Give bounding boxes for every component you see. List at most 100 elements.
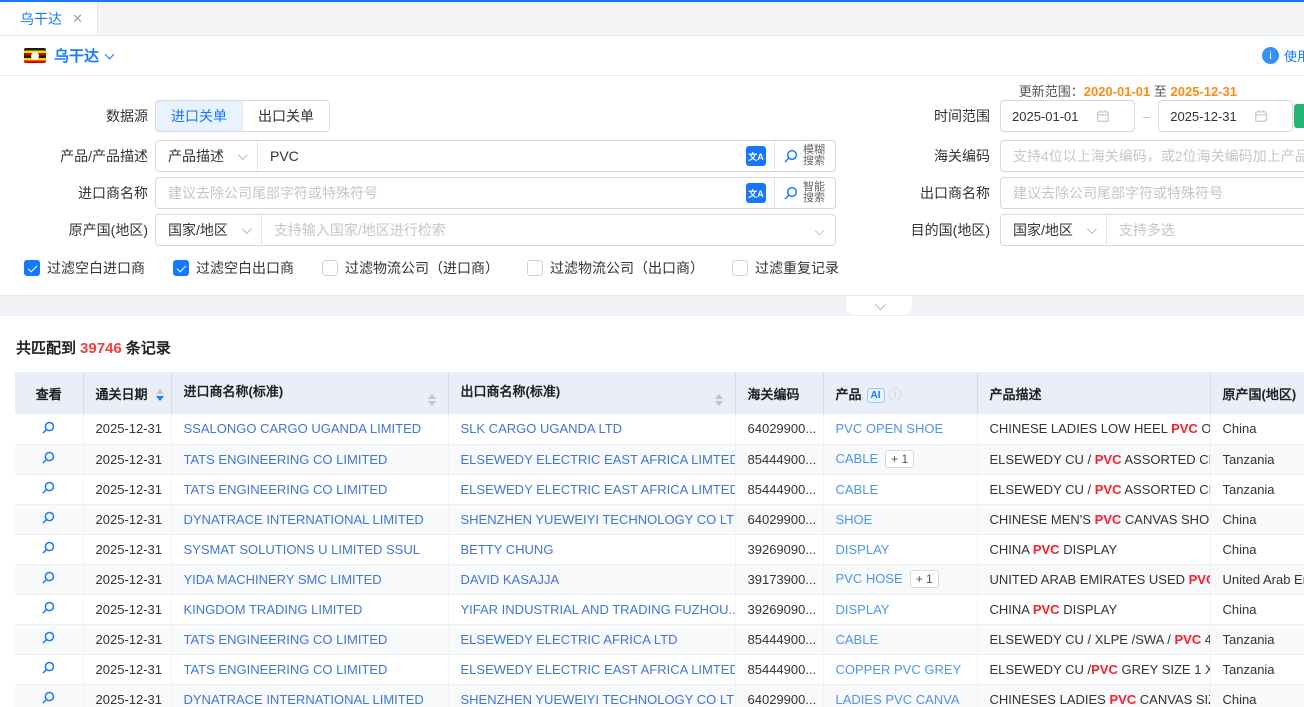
- product-link[interactable]: DISPLAY: [836, 542, 890, 557]
- tab-export-declarations[interactable]: 出口关单: [242, 101, 329, 131]
- product-link[interactable]: CABLE: [836, 451, 879, 466]
- checkbox-filter-blank-importer[interactable]: 过滤空白进口商: [24, 258, 145, 278]
- clearance-date: 2025-12-31: [83, 414, 171, 444]
- table-row: 2025-12-31 SYSMAT SOLUTIONS U LIMITED SS…: [15, 534, 1304, 564]
- product-link[interactable]: CABLE: [836, 632, 879, 647]
- importer-link[interactable]: SYSMAT SOLUTIONS U LIMITED SSUL: [184, 542, 420, 557]
- checkbox-filter-blank-exporter[interactable]: 过滤空白出口商: [173, 258, 294, 278]
- checkbox-icon[interactable]: [322, 260, 338, 276]
- product-link[interactable]: COPPER PVC GREY: [836, 662, 962, 677]
- product-link[interactable]: PVC HOSE: [836, 571, 903, 586]
- importer-link[interactable]: YIDA MACHINERY SMC LIMITED: [184, 572, 382, 587]
- product-link[interactable]: LADIES PVC CANVA: [836, 692, 960, 707]
- tab-import-declarations[interactable]: 进口关单: [156, 101, 242, 131]
- exporter-link[interactable]: SHENZHEN YUEWEIYI TECHNOLOGY CO LTD: [461, 512, 736, 527]
- exporter-link[interactable]: DAVID KASAJJA: [461, 572, 560, 587]
- search-button[interactable]: [1294, 104, 1304, 128]
- sort-icons[interactable]: [156, 389, 164, 401]
- clearance-date: 2025-12-31: [83, 444, 171, 474]
- view-record-icon[interactable]: [41, 450, 56, 465]
- product-link[interactable]: PVC OPEN SHOE: [836, 421, 944, 436]
- exporter-link[interactable]: ELSEWEDY ELECTRIC AFRICA LTD: [461, 632, 678, 647]
- importer-link[interactable]: KINGDOM TRADING LIMITED: [184, 602, 363, 617]
- checkbox-icon[interactable]: [24, 260, 40, 276]
- hs-code-input[interactable]: [1001, 142, 1304, 170]
- collapse-band: [0, 295, 1304, 316]
- hs-code-field: [1000, 140, 1304, 172]
- date-end-field[interactable]: [1158, 100, 1293, 132]
- exporter-link[interactable]: BETTY CHUNG: [461, 542, 554, 557]
- exporter-link[interactable]: ELSEWEDY ELECTRIC EAST AFRICA LIMTED: [461, 482, 736, 497]
- product-link[interactable]: CABLE: [836, 482, 879, 497]
- country-title[interactable]: 乌干达: [54, 45, 99, 66]
- sort-icons[interactable]: [428, 394, 436, 406]
- uganda-flag-icon: [24, 48, 46, 63]
- importer-link[interactable]: TATS ENGINEERING CO LIMITED: [184, 482, 388, 497]
- product-link[interactable]: SHOE: [836, 512, 873, 527]
- view-record-icon[interactable]: [41, 600, 56, 615]
- origin-country-label: 原产国(地区): [0, 214, 148, 246]
- origin-type-select[interactable]: 国家/地区: [156, 215, 261, 245]
- exporter-link[interactable]: ELSEWEDY ELECTRIC EAST AFRICA LIMTED: [461, 662, 736, 677]
- importer-link[interactable]: TATS ENGINEERING CO LIMITED: [184, 662, 388, 677]
- more-products-badge[interactable]: + 1: [910, 570, 939, 588]
- checkbox-icon[interactable]: [732, 260, 748, 276]
- product-field-select[interactable]: 产品描述: [156, 141, 257, 171]
- importer-link[interactable]: TATS ENGINEERING CO LIMITED: [184, 632, 388, 647]
- view-record-icon[interactable]: [41, 690, 56, 705]
- keyword-highlight: PVC: [1174, 632, 1201, 647]
- search-icon: [783, 185, 799, 201]
- importer-link[interactable]: TATS ENGINEERING CO LIMITED: [184, 452, 388, 467]
- exporter-link[interactable]: YIFAR INDUSTRIAL AND TRADING FUZHOU...: [461, 602, 736, 617]
- translate-icon[interactable]: 文A: [746, 146, 766, 166]
- checkbox-icon[interactable]: [527, 260, 543, 276]
- col-importer[interactable]: 进口商名称(标准): [171, 372, 448, 414]
- exporter-link[interactable]: SHENZHEN YUEWEIYI TECHNOLOGY CO LTD: [461, 692, 736, 707]
- importer-input[interactable]: [156, 179, 738, 207]
- checkbox-icon[interactable]: [173, 260, 189, 276]
- exporter-input[interactable]: [1001, 179, 1304, 207]
- col-exporter[interactable]: 出口商名称(标准): [448, 372, 735, 414]
- exporter-link[interactable]: ELSEWEDY ELECTRIC EAST AFRICA LIMTED: [461, 452, 736, 467]
- product-description: ELSEWEDY CU / PVC ASSORTED CLO...: [977, 444, 1210, 474]
- view-record-icon[interactable]: [41, 540, 56, 555]
- checkbox-filter-logistics-importer[interactable]: 过滤物流公司（进口商）: [322, 258, 499, 278]
- app-header: 乌干达 i 使用: [0, 36, 1304, 76]
- collapse-toggle[interactable]: [845, 296, 913, 316]
- exporter-link[interactable]: SLK CARGO UGANDA LTD: [461, 421, 623, 436]
- tab-uganda[interactable]: 乌干达 ✕: [0, 2, 98, 35]
- usage-help[interactable]: i 使用: [1262, 46, 1304, 65]
- translate-icon[interactable]: 文A: [746, 183, 766, 203]
- destination-type-select[interactable]: 国家/地区: [1001, 215, 1106, 245]
- date-start-input[interactable]: [1001, 109, 1096, 124]
- hs-code: 85444900...: [735, 444, 823, 474]
- clearance-date: 2025-12-31: [83, 624, 171, 654]
- checkbox-filter-duplicates[interactable]: 过滤重复记录: [732, 258, 839, 278]
- close-icon[interactable]: ✕: [72, 11, 83, 27]
- chevron-down-icon[interactable]: [105, 49, 115, 59]
- importer-link[interactable]: DYNATRACE INTERNATIONAL LIMITED: [184, 692, 424, 707]
- product-link[interactable]: DISPLAY: [836, 602, 890, 617]
- info-icon[interactable]: ⓘ: [889, 387, 902, 402]
- date-end-input[interactable]: [1159, 109, 1254, 124]
- col-clearance-date[interactable]: 通关日期: [83, 372, 171, 414]
- more-products-badge[interactable]: + 1: [885, 450, 914, 468]
- importer-link[interactable]: DYNATRACE INTERNATIONAL LIMITED: [184, 512, 424, 527]
- view-record-icon[interactable]: [41, 630, 56, 645]
- col-description: 产品描述: [977, 372, 1210, 414]
- view-record-icon[interactable]: [41, 480, 56, 495]
- view-record-icon[interactable]: [41, 570, 56, 585]
- product-search-input[interactable]: [258, 142, 738, 170]
- importer-link[interactable]: SSALONGO CARGO UGANDA LIMITED: [184, 421, 422, 436]
- view-record-icon[interactable]: [41, 660, 56, 675]
- origin-country-input[interactable]: [262, 216, 816, 244]
- product-label: 产品/产品描述: [0, 140, 148, 172]
- smart-search-button[interactable]: 智能搜索: [775, 182, 835, 204]
- checkbox-filter-logistics-exporter[interactable]: 过滤物流公司（出口商）: [527, 258, 704, 278]
- view-record-icon[interactable]: [41, 420, 56, 435]
- view-record-icon[interactable]: [41, 510, 56, 525]
- destination-input[interactable]: [1107, 216, 1304, 244]
- fuzzy-search-button[interactable]: 模糊搜索: [775, 145, 835, 167]
- date-start-field[interactable]: [1000, 100, 1135, 132]
- sort-icons[interactable]: [715, 394, 723, 406]
